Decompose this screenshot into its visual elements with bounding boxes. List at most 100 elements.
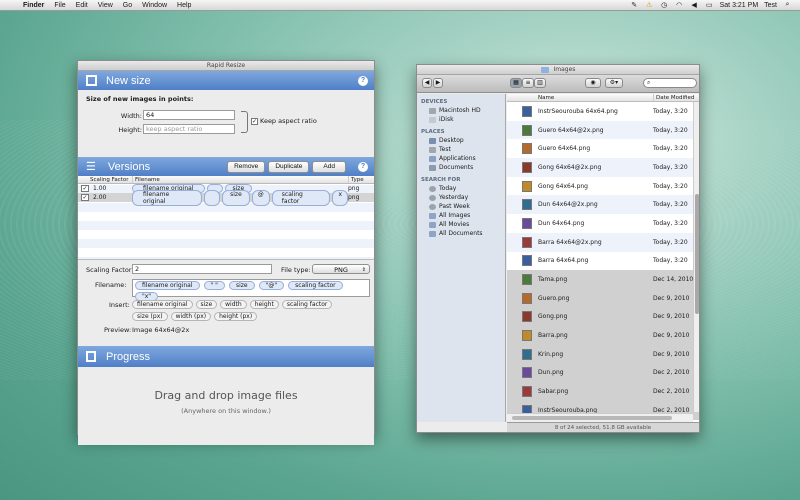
add-button[interactable]: Add <box>312 160 346 173</box>
column-view-icon[interactable]: ▥ <box>534 78 546 88</box>
script-menu-icon[interactable]: ✎ <box>630 1 639 9</box>
sidebar-item-all-documents[interactable]: All Documents <box>417 229 505 238</box>
menu-go[interactable]: Go <box>118 2 137 9</box>
sidebar-item-idisk[interactable]: iDisk <box>417 115 505 124</box>
battery-icon[interactable]: ▭ <box>705 1 714 9</box>
token-at[interactable]: "@" <box>258 281 285 290</box>
token-at[interactable]: @ <box>251 189 270 206</box>
filename-token-field[interactable]: filename original " " size "@" scaling f… <box>132 279 370 301</box>
menu-edit[interactable]: Edit <box>71 2 93 9</box>
sidebar-item-today[interactable]: Today <box>417 184 505 193</box>
token-space[interactable] <box>204 189 221 206</box>
token-filename-original[interactable]: filename original <box>132 189 203 206</box>
icon-view-icon[interactable]: ▦ <box>510 78 522 88</box>
warning-icon[interactable]: ⚠ <box>645 1 654 9</box>
token-filename-original[interactable]: filename original <box>135 281 200 290</box>
search-input[interactable]: ⌕ <box>643 78 697 88</box>
width-input[interactable]: 64 <box>143 110 235 120</box>
col-date-modified[interactable]: Date Modified <box>653 94 699 101</box>
action-gear-icon[interactable]: ⚙▾ <box>605 78 623 88</box>
remove-button[interactable]: Remove <box>227 160 266 173</box>
vertical-scrollbar[interactable] <box>693 102 699 412</box>
file-row[interactable]: Guero 64x64.png Today, 3:20 <box>507 139 699 159</box>
insert-filename-original[interactable]: filename original <box>132 300 193 309</box>
sidebar-item-past-week[interactable]: Past Week <box>417 202 505 211</box>
volume-icon[interactable]: ◀ <box>690 1 699 9</box>
menu-extras: ✎ ⚠ ◷ ◠ ◀ ▭ Sat 3:21 PM Test ⌕ <box>630 1 800 9</box>
menu-window[interactable]: Window <box>137 2 172 9</box>
insert-width-px[interactable]: width (px) <box>170 312 212 321</box>
user-name[interactable]: Test <box>764 2 777 9</box>
col-type[interactable]: Type <box>348 176 374 183</box>
filetype-select[interactable]: PNG ⇕ <box>312 264 370 274</box>
sidebar-item-macintosh-hd[interactable]: Macintosh HD <box>417 106 505 115</box>
file-row[interactable]: Gong.png Dec 9, 2010 <box>507 307 699 327</box>
sidebar-item-applications[interactable]: Applications <box>417 154 505 163</box>
height-input[interactable]: keep aspect ratio <box>143 124 235 134</box>
sidebar-item-test[interactable]: Test <box>417 145 505 154</box>
row-checkbox-icon[interactable]: ✓ <box>81 185 89 192</box>
resize-titlebar[interactable]: Rapid Resize <box>78 61 374 71</box>
drop-zone[interactable]: Drag and drop image files (Anywhere on t… <box>78 367 374 445</box>
sidebar-item-desktop[interactable]: Desktop <box>417 136 505 145</box>
file-row[interactable]: Barra 64x64@2x.png Today, 3:20 <box>507 232 699 252</box>
menu-file[interactable]: File <box>49 2 70 9</box>
file-row[interactable]: Barra.png Dec 9, 2010 <box>507 326 699 345</box>
sidebar-item-all-images[interactable]: All Images <box>417 211 505 220</box>
help-icon[interactable]: ? <box>358 75 368 86</box>
file-row[interactable]: Dun 64x64.png Today, 3:20 <box>507 214 699 233</box>
sidebar-item-documents[interactable]: Documents <box>417 163 505 172</box>
token-size[interactable]: size <box>222 189 250 206</box>
token-x[interactable]: x <box>332 189 348 206</box>
menu-app-name[interactable]: Finder <box>18 2 49 9</box>
quicklook-icon[interactable]: ◉ <box>585 78 601 88</box>
timemachine-icon[interactable]: ◷ <box>660 1 669 9</box>
insert-size-px[interactable]: size (px) <box>132 312 168 321</box>
menu-help[interactable]: Help <box>172 2 196 9</box>
forward-icon[interactable]: ▶ <box>433 78 443 88</box>
file-row[interactable]: Guero.png Dec 9, 2010 <box>507 288 699 308</box>
token-scaling-factor[interactable]: scaling factor <box>271 189 331 206</box>
image-thumbnail-icon <box>522 124 532 136</box>
wifi-icon[interactable]: ◠ <box>675 1 684 9</box>
back-icon[interactable]: ◀ <box>422 78 432 88</box>
col-scaling-factor[interactable]: Scaling Factor <box>78 176 132 183</box>
file-row[interactable]: Dun.png Dec 2, 2010 <box>507 363 699 383</box>
token-scaling-factor[interactable]: scaling factor <box>288 281 343 290</box>
token-space[interactable]: " " <box>203 281 225 290</box>
col-name[interactable]: Name <box>507 94 653 101</box>
insert-scaling-factor[interactable]: scaling factor <box>281 300 333 309</box>
sidebar-item-all-movies[interactable]: All Movies <box>417 220 505 229</box>
file-row[interactable]: Krin.png Dec 9, 2010 <box>507 344 699 364</box>
menu-view[interactable]: View <box>93 2 118 9</box>
finder-titlebar[interactable]: Images <box>417 65 699 75</box>
insert-height[interactable]: height <box>249 300 279 309</box>
insert-size[interactable]: size <box>195 300 218 309</box>
insert-height-px[interactable]: height (px) <box>214 312 258 321</box>
horizontal-scrollbar[interactable] <box>507 413 693 422</box>
scroll-thumb[interactable] <box>695 194 699 314</box>
table-row[interactable]: ✓ 2.00 filename original size @ scaling … <box>78 189 374 206</box>
scaling-factor-input[interactable]: 2 <box>132 264 272 274</box>
insert-width[interactable]: width <box>220 300 247 309</box>
duplicate-button[interactable]: Duplicate <box>268 160 310 173</box>
file-row[interactable]: Barra 64x64.png Today, 3:20 <box>507 251 699 271</box>
file-row[interactable]: Sabar.png Dec 2, 2010 <box>507 382 699 401</box>
keep-aspect-checkbox[interactable]: ✓ Keep aspect ratio <box>251 117 317 125</box>
file-row[interactable]: Gong 64x64.png Today, 3:20 <box>507 176 699 196</box>
col-filename[interactable]: Filename <box>132 176 348 183</box>
spotlight-icon[interactable]: ⌕ <box>783 1 792 9</box>
list-view-icon[interactable]: ≡ <box>522 78 534 88</box>
file-row[interactable]: Gong 64x64@2x.png Today, 3:20 <box>507 158 699 177</box>
row-checkbox-icon[interactable]: ✓ <box>81 194 89 201</box>
file-row[interactable]: InstrSeourouba 64x64.png Today, 3:20 <box>507 102 699 121</box>
clock[interactable]: Sat 3:21 PM <box>720 2 759 9</box>
file-row[interactable]: Tama.png Dec 14, 2010 <box>507 270 699 289</box>
token-size[interactable]: size <box>228 281 255 290</box>
file-row[interactable]: Dun 64x64@2x.png Today, 3:20 <box>507 195 699 215</box>
hscroll-thumb[interactable] <box>512 416 672 420</box>
file-row[interactable]: Guero 64x64@2x.png Today, 3:20 <box>507 120 699 140</box>
checkbox-icon[interactable]: ✓ <box>251 117 258 125</box>
versions-help-icon[interactable]: ? <box>358 161 368 172</box>
sidebar-item-yesterday[interactable]: Yesterday <box>417 193 505 202</box>
